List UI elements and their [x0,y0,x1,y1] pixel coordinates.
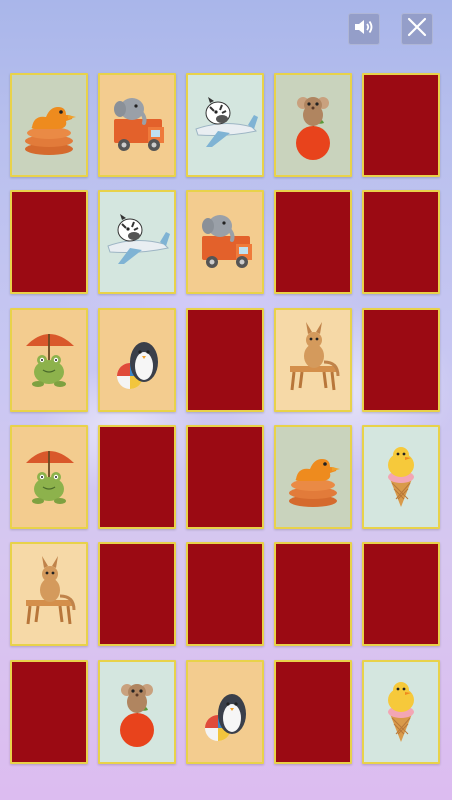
card-face-down[interactable] [10,190,88,294]
card-face-down[interactable] [274,542,352,646]
card-face-down[interactable] [10,660,88,764]
card-duck-on-sausages[interactable] [10,73,88,177]
sound-toggle-button[interactable] [348,13,380,45]
memory-card-grid [10,73,443,768]
card-zebra-on-airplane[interactable] [186,73,264,177]
card-penguin-with-ball[interactable] [98,308,176,412]
card-chick-in-ice-cream-cone[interactable] [362,660,440,764]
card-kangaroo-at-desk[interactable] [274,308,352,412]
card-face-down[interactable] [274,190,352,294]
card-mouse-on-apple[interactable] [98,660,176,764]
close-button[interactable] [401,13,433,45]
card-face-down[interactable] [186,425,264,529]
card-elephant-in-truck[interactable] [186,190,264,294]
card-face-down[interactable] [362,73,440,177]
card-penguin-with-ball[interactable] [186,660,264,764]
card-mouse-on-apple[interactable] [274,73,352,177]
card-face-down[interactable] [362,308,440,412]
card-duck-on-sausages[interactable] [274,425,352,529]
top-toolbar [0,0,452,58]
close-icon [406,16,428,42]
card-zebra-on-airplane[interactable] [98,190,176,294]
card-face-down[interactable] [186,542,264,646]
card-kangaroo-at-desk[interactable] [10,542,88,646]
card-face-down[interactable] [362,190,440,294]
card-face-down[interactable] [274,660,352,764]
card-face-down[interactable] [362,542,440,646]
card-frog-with-umbrella[interactable] [10,425,88,529]
card-face-down[interactable] [186,308,264,412]
speaker-icon [353,17,375,41]
card-frog-with-umbrella[interactable] [10,308,88,412]
card-face-down[interactable] [98,542,176,646]
card-elephant-in-truck[interactable] [98,73,176,177]
card-chick-in-ice-cream-cone[interactable] [362,425,440,529]
card-face-down[interactable] [98,425,176,529]
